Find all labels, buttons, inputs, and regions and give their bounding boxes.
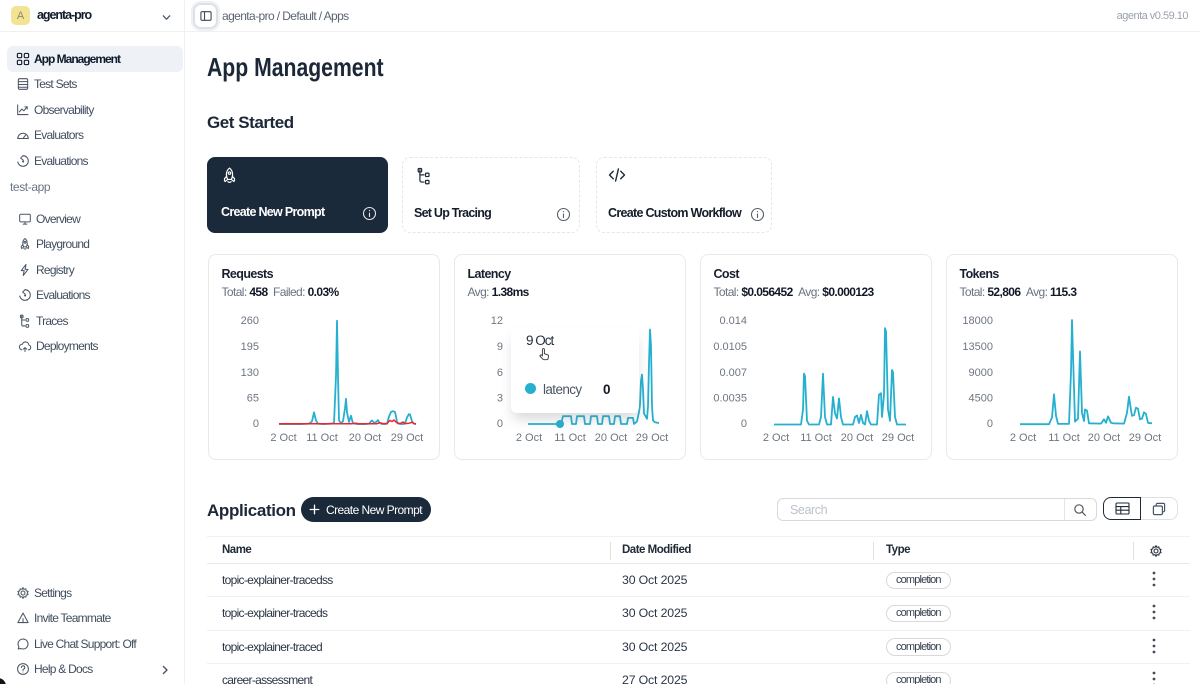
svg-text:20 Oct: 20 Oct [1088, 432, 1120, 444]
svg-text:12: 12 [491, 315, 503, 327]
svg-text:9000: 9000 [969, 367, 993, 379]
svg-text:9: 9 [497, 341, 503, 353]
svg-text:11 Oct: 11 Oct [554, 432, 586, 444]
svg-text:20 Oct: 20 Oct [595, 432, 627, 444]
svg-text:11 Oct: 11 Oct [1048, 432, 1080, 444]
svg-text:0.0035: 0.0035 [713, 393, 747, 405]
svg-text:0: 0 [497, 418, 503, 430]
svg-text:260: 260 [241, 315, 259, 327]
svg-text:0: 0 [987, 418, 993, 430]
svg-text:4500: 4500 [969, 393, 993, 405]
svg-text:11 Oct: 11 Oct [800, 432, 832, 444]
svg-text:11 Oct: 11 Oct [306, 432, 338, 444]
svg-text:0: 0 [741, 418, 747, 430]
svg-text:2 Oct: 2 Oct [763, 432, 789, 444]
svg-text:2 Oct: 2 Oct [516, 432, 542, 444]
svg-text:2 Oct: 2 Oct [270, 432, 296, 444]
svg-text:29 Oct: 29 Oct [391, 432, 423, 444]
svg-text:130: 130 [241, 367, 259, 379]
svg-text:3: 3 [497, 393, 503, 405]
svg-text:20 Oct: 20 Oct [841, 432, 873, 444]
svg-text:0.007: 0.007 [719, 367, 747, 379]
svg-text:195: 195 [241, 341, 259, 353]
svg-text:65: 65 [247, 393, 259, 405]
svg-text:6: 6 [497, 367, 503, 379]
svg-text:29 Oct: 29 Oct [882, 432, 914, 444]
svg-text:0.014: 0.014 [719, 315, 747, 327]
svg-text:13500: 13500 [962, 341, 993, 353]
svg-text:0: 0 [253, 418, 259, 430]
svg-text:20 Oct: 20 Oct [349, 432, 381, 444]
svg-text:29 Oct: 29 Oct [636, 432, 668, 444]
svg-text:2 Oct: 2 Oct [1010, 432, 1036, 444]
svg-text:0.0105: 0.0105 [713, 341, 747, 353]
svg-text:18000: 18000 [962, 315, 993, 327]
svg-text:29 Oct: 29 Oct [1129, 432, 1161, 444]
